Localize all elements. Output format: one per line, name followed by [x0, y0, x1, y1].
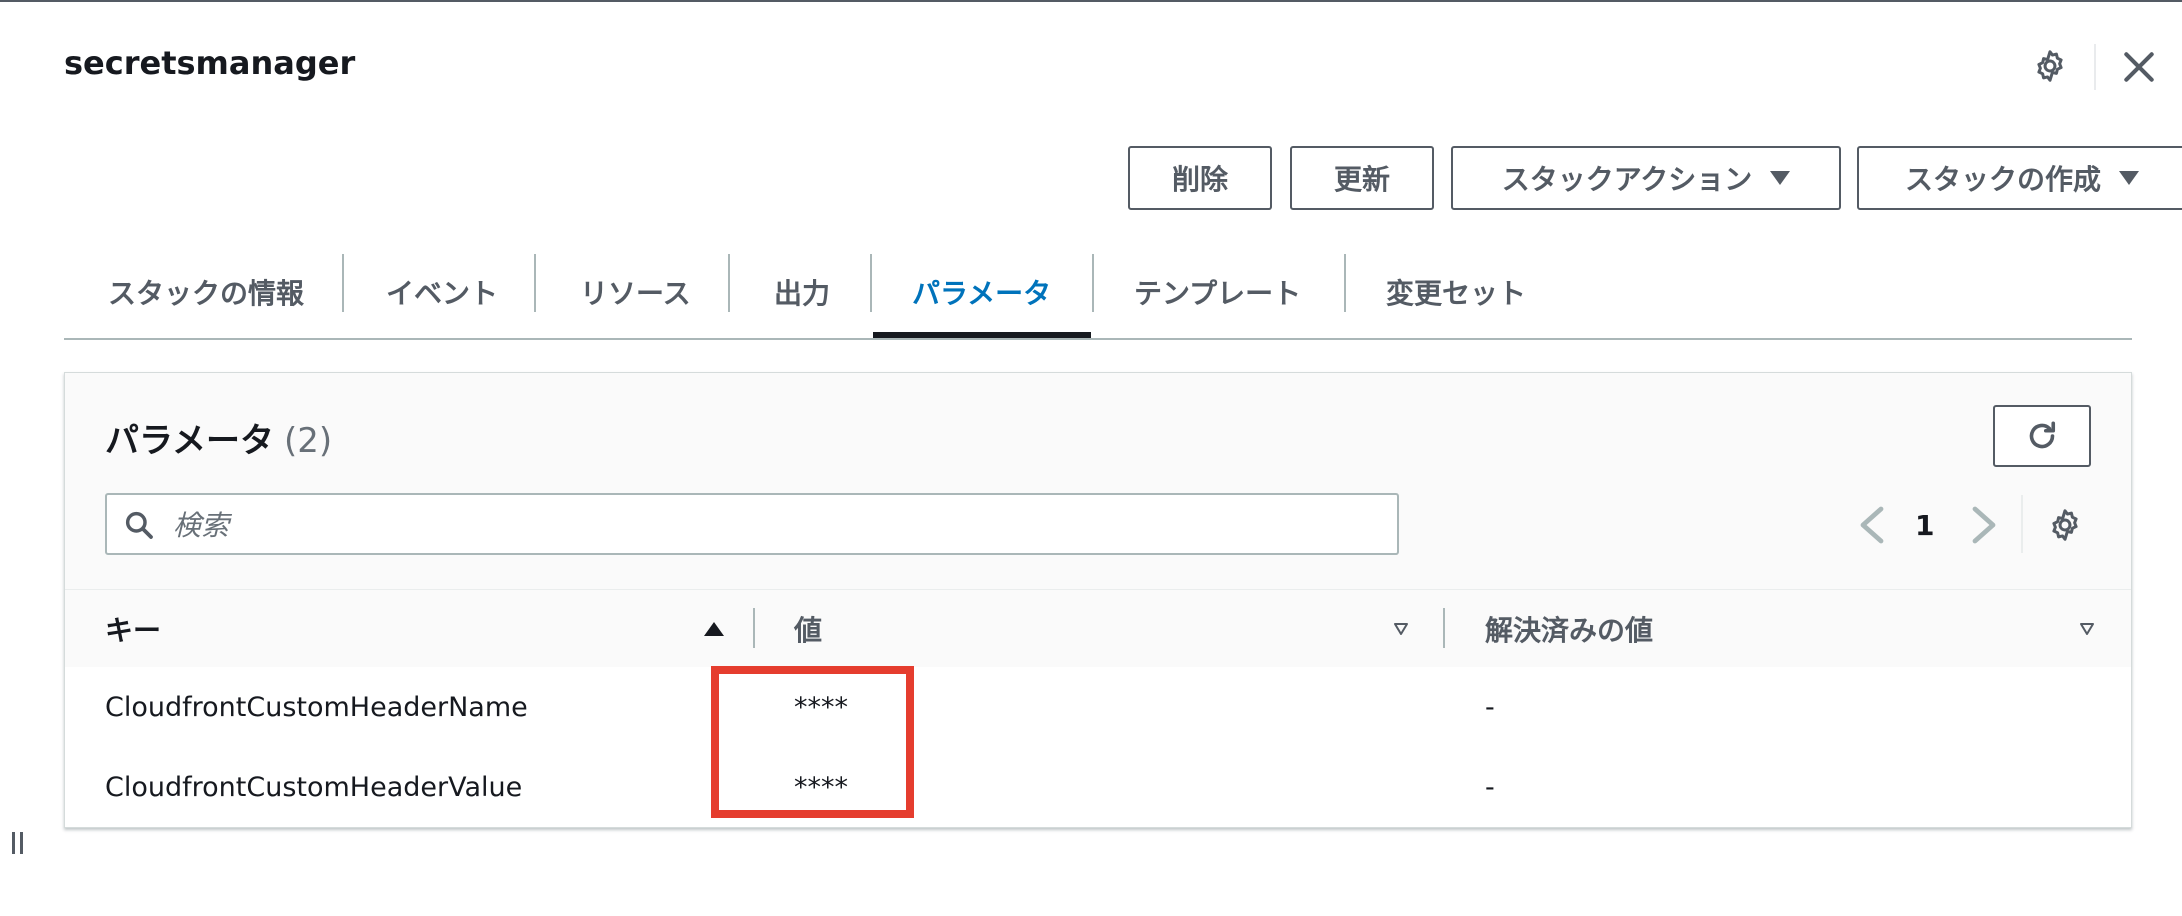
create-stack-label: スタックの作成: [1904, 163, 2101, 196]
sort-descending-icon[interactable]: [1393, 622, 1409, 636]
delete-button[interactable]: 削除: [1128, 146, 1272, 210]
table-header: キー 値 解決済みの値: [65, 589, 2131, 669]
tab-change-sets[interactable]: 変更セット: [1386, 246, 1526, 338]
update-button-label: 更新: [1333, 163, 1390, 196]
sort-ascending-icon[interactable]: [704, 622, 724, 636]
gear-icon[interactable]: [2047, 507, 2083, 543]
header-divider: [2094, 44, 2096, 90]
tab-template[interactable]: テンプレート: [1134, 246, 1301, 338]
stack-actions-dropdown[interactable]: スタックアクション: [1451, 146, 1841, 210]
column-separator[interactable]: [753, 608, 755, 648]
refresh-button[interactable]: [1993, 405, 2091, 467]
column-header-key[interactable]: キー: [105, 590, 161, 668]
top-border: [0, 0, 2182, 2]
update-button[interactable]: 更新: [1290, 146, 1434, 210]
search-input[interactable]: [171, 495, 1385, 555]
cell-key: CloudfrontCustomHeaderValue: [105, 771, 523, 803]
chevron-left-icon[interactable]: [1857, 505, 1887, 545]
panel-title-text: パラメータ: [105, 421, 274, 461]
stack-actions-label: スタックアクション: [1501, 163, 1753, 196]
page-title: secretsmanager: [64, 44, 356, 82]
caret-down-icon: [2119, 171, 2139, 185]
parameters-panel: パラメータ(2) 1 キー 値 解決済みの値: [64, 372, 2132, 828]
delete-button-label: 削除: [1171, 163, 1228, 196]
table-row: CloudfrontCustomHeaderName **** -: [65, 667, 2131, 748]
tab-separator: [728, 254, 730, 312]
tab-resources[interactable]: リソース: [580, 246, 691, 338]
tab-separator: [342, 254, 344, 312]
column-header-value[interactable]: 値: [794, 590, 822, 668]
panel-count: (2): [283, 421, 333, 461]
tab-stack-info[interactable]: スタックの情報: [108, 246, 304, 338]
tab-bar: スタックの情報 イベント リソース 出力 パラメータ テンプレート 変更セット: [64, 246, 2132, 338]
table-row: CloudfrontCustomHeaderValue **** -: [65, 747, 2131, 827]
chevron-right-icon[interactable]: [1969, 505, 1999, 545]
caret-down-icon: [1770, 171, 1791, 185]
create-stack-dropdown[interactable]: スタックの作成: [1857, 146, 2182, 210]
tab-separator: [534, 254, 536, 312]
cell-resolved-value: -: [1485, 771, 1495, 803]
column-separator[interactable]: [1443, 608, 1445, 648]
highlight-box: [711, 666, 914, 818]
cell-key: CloudfrontCustomHeaderName: [105, 691, 528, 723]
panel-title: パラメータ (2): [105, 413, 332, 462]
refresh-icon: [2029, 421, 2056, 449]
tab-separator: [870, 254, 872, 312]
tab-outputs[interactable]: 出力: [774, 246, 830, 338]
tab-separator: [1092, 254, 1094, 312]
tab-separator: [1344, 254, 1346, 312]
tabs-baseline: [64, 338, 2132, 340]
tab-events[interactable]: イベント: [386, 246, 498, 338]
page-number[interactable]: 1: [1915, 509, 1934, 542]
gear-icon[interactable]: [2032, 48, 2068, 84]
cell-resolved-value: -: [1485, 691, 1495, 723]
pagination-separator: [2021, 495, 2023, 553]
resize-handle-icon[interactable]: [12, 832, 26, 854]
search-box: [105, 493, 1399, 555]
search-icon: [125, 511, 153, 539]
close-icon[interactable]: [2120, 48, 2158, 86]
sort-descending-icon[interactable]: [2079, 622, 2095, 636]
tab-parameters[interactable]: パラメータ: [912, 246, 1051, 338]
active-tab-indicator: [873, 332, 1091, 338]
column-header-resolved-value[interactable]: 解決済みの値: [1485, 590, 1653, 668]
